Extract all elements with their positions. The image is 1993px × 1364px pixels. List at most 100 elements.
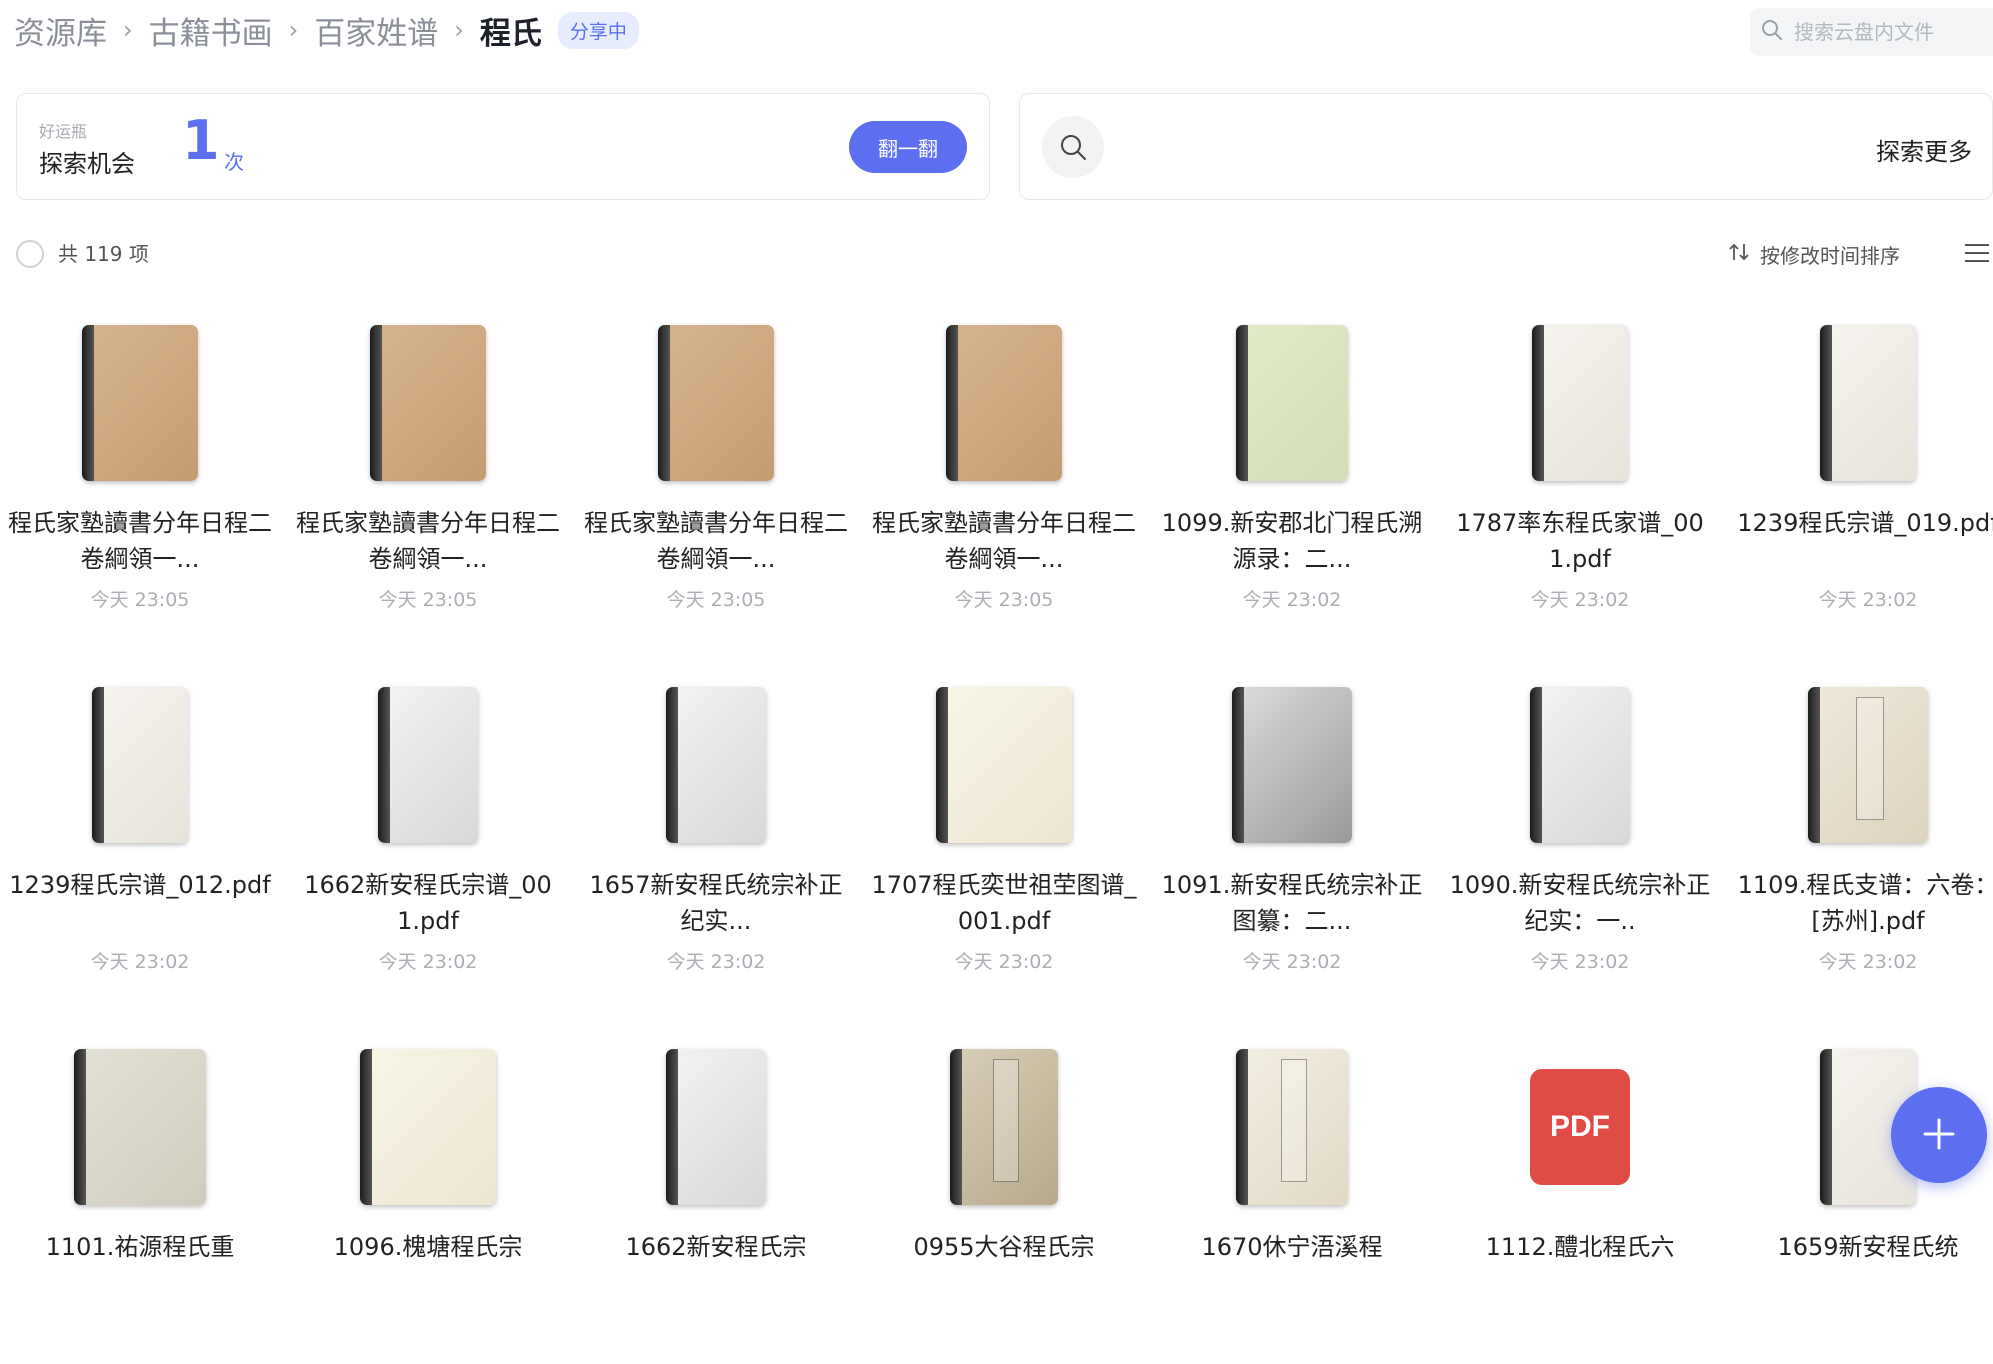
file-thumbnail[interactable] [1435, 320, 1725, 485]
file-item[interactable]: 程氏家塾讀書分年日程二卷綱領一... 今天 23:05 [859, 300, 1149, 640]
list-view-icon[interactable] [1964, 243, 1990, 267]
plus-icon [1922, 1117, 1956, 1154]
breadcrumb-item-surnames[interactable]: 百家姓谱 [314, 8, 438, 53]
file-thumbnail[interactable] [1723, 320, 1993, 485]
share-status-badge[interactable]: 分享中 [557, 11, 639, 49]
file-thumbnail[interactable] [0, 682, 285, 847]
file-name[interactable]: 1112.醴北程氏六 [1445, 1229, 1715, 1265]
book-cover-thumbnail [936, 686, 1072, 843]
file-item[interactable]: 程氏家塾讀書分年日程二卷綱領一... 今天 23:05 [571, 300, 861, 640]
file-name[interactable]: 1657新安程氏统宗补正纪实... [581, 867, 851, 939]
file-item[interactable]: 1707程氏奕世祖茔图谱_001.pdf 今天 23:02 [859, 662, 1149, 1002]
select-all-checkbox[interactable] [16, 240, 44, 268]
file-name[interactable]: 1109.程氏支谱：六卷：[苏州].pdf [1733, 867, 1993, 939]
file-thumbnail[interactable] [1147, 682, 1437, 847]
file-thumbnail[interactable] [283, 1044, 573, 1209]
cover-title-label [993, 1058, 1019, 1183]
file-item[interactable]: 1090.新安程氏统宗补正纪实：一.. 今天 23:02 [1435, 662, 1725, 1002]
explore-more-link[interactable]: 探索更多 [1876, 132, 1972, 167]
file-name[interactable]: 1659新安程氏统 [1733, 1229, 1993, 1265]
book-spine [1820, 1048, 1832, 1205]
breadcrumb-item-ancient-books[interactable]: 古籍书画 [149, 8, 273, 53]
file-name[interactable]: 程氏家塾讀書分年日程二卷綱領一... [869, 505, 1139, 577]
book-spine [360, 1048, 372, 1205]
file-thumbnail[interactable] [0, 320, 285, 485]
file-name[interactable]: 1099.新安郡北门程氏溯源录：二... [1157, 505, 1427, 577]
file-item[interactable]: 1670休宁浯溪程 [1147, 1024, 1437, 1364]
breadcrumb: 资源库 › 古籍书画 › 百家姓谱 › 程氏 分享中 [14, 6, 639, 54]
file-thumbnail[interactable] [859, 682, 1149, 847]
book-cover-thumbnail [1236, 324, 1348, 481]
file-item[interactable]: 1787率东程氏家谱_001.pdf 今天 23:02 [1435, 300, 1725, 640]
file-name[interactable]: 1096.槐塘程氏宗 [293, 1229, 563, 1265]
file-item[interactable]: 1239程氏宗谱_012.pdf 今天 23:02 [0, 662, 285, 1002]
file-name[interactable]: 1090.新安程氏统宗补正纪实：一.. [1445, 867, 1715, 939]
pdf-file-icon: PDF [1530, 1068, 1630, 1185]
sort-button[interactable]: 按修改时间排序 [1728, 238, 1900, 270]
file-item[interactable]: 1096.槐塘程氏宗 [283, 1024, 573, 1364]
file-modified-time: 今天 23:05 [378, 589, 478, 611]
search-input[interactable] [1792, 19, 1986, 45]
file-item[interactable]: 1662新安程氏宗 [571, 1024, 861, 1364]
file-name[interactable]: 程氏家塾讀書分年日程二卷綱領一... [5, 505, 275, 577]
file-item[interactable]: 1662新安程氏宗谱_001.pdf 今天 23:02 [283, 662, 573, 1002]
file-item[interactable]: 1239程氏宗谱_019.pdf 今天 23:02 [1723, 300, 1993, 640]
file-name[interactable]: 1787率东程氏家谱_001.pdf [1445, 505, 1715, 577]
book-spine [1232, 686, 1244, 843]
book-cover-thumbnail [92, 686, 188, 843]
file-thumbnail[interactable] [571, 1044, 861, 1209]
book-spine [1530, 686, 1542, 843]
file-thumbnail[interactable]: PDF [1435, 1044, 1725, 1209]
file-thumbnail[interactable] [859, 320, 1149, 485]
search-icon[interactable] [1042, 116, 1104, 178]
file-thumbnail[interactable] [1147, 320, 1437, 485]
file-name[interactable]: 1091.新安程氏统宗补正图纂：二... [1157, 867, 1427, 939]
file-name[interactable]: 1707程氏奕世祖茔图谱_001.pdf [869, 867, 1139, 939]
lucky-bottle-card: 好运瓶 探索机会 1 次 翻一翻 [16, 93, 990, 200]
file-thumbnail[interactable] [859, 1044, 1149, 1209]
file-item[interactable]: 1091.新安程氏统宗补正图纂：二... 今天 23:02 [1147, 662, 1437, 1002]
file-item[interactable]: 1657新安程氏统宗补正纪实... 今天 23:02 [571, 662, 861, 1002]
file-thumbnail[interactable] [283, 320, 573, 485]
file-item[interactable]: 1099.新安郡北门程氏溯源录：二... 今天 23:02 [1147, 300, 1437, 640]
breadcrumb-item-resources[interactable]: 资源库 [14, 8, 107, 53]
file-name[interactable]: 1662新安程氏宗 [581, 1229, 851, 1265]
file-item[interactable]: 1109.程氏支谱：六卷：[苏州].pdf 今天 23:02 [1723, 662, 1993, 1002]
book-spine [92, 686, 104, 843]
file-modified-time: 今天 23:02 [1818, 589, 1918, 611]
file-name[interactable]: 1239程氏宗谱_012.pdf [5, 867, 275, 903]
file-item[interactable]: 程氏家塾讀書分年日程二卷綱領一... 今天 23:05 [0, 300, 285, 640]
file-name[interactable]: 1662新安程氏宗谱_001.pdf [293, 867, 563, 939]
file-thumbnail[interactable] [283, 682, 573, 847]
book-cover-thumbnail [1530, 686, 1630, 843]
file-thumbnail[interactable] [1723, 682, 1993, 847]
file-thumbnail[interactable] [1435, 682, 1725, 847]
book-cover-thumbnail [82, 324, 198, 481]
breadcrumb-separator: › [454, 16, 464, 44]
search-box[interactable] [1750, 8, 1993, 56]
file-item[interactable]: 0955大谷程氏宗 [859, 1024, 1149, 1364]
file-item[interactable]: 1659新安程氏统 [1723, 1024, 1993, 1364]
book-cover-thumbnail [1532, 324, 1628, 481]
file-name[interactable]: 0955大谷程氏宗 [869, 1229, 1139, 1265]
add-button[interactable] [1891, 1087, 1987, 1183]
explore-chance-label: 探索机会 [39, 150, 135, 178]
file-item[interactable]: 程氏家塾讀書分年日程二卷綱領一... 今天 23:05 [283, 300, 573, 640]
file-name[interactable]: 程氏家塾讀書分年日程二卷綱領一... [293, 505, 563, 577]
file-thumbnail[interactable] [0, 1044, 285, 1209]
file-name[interactable]: 程氏家塾讀書分年日程二卷綱領一... [581, 505, 851, 577]
file-name[interactable]: 1670休宁浯溪程 [1157, 1229, 1427, 1265]
file-thumbnail[interactable] [1147, 1044, 1437, 1209]
explore-card[interactable]: 探索更多 [1019, 93, 1993, 200]
file-name[interactable]: 1239程氏宗谱_019.pdf [1733, 505, 1993, 541]
file-modified-time: 今天 23:02 [1530, 951, 1630, 973]
file-modified-time: 今天 23:02 [90, 951, 190, 973]
file-thumbnail[interactable] [571, 320, 861, 485]
file-name[interactable]: 1101.祐源程氏重 [5, 1229, 275, 1265]
file-thumbnail[interactable] [571, 682, 861, 847]
file-item[interactable]: PDF 1112.醴北程氏六 [1435, 1024, 1725, 1364]
item-count: 共 119 项 [58, 242, 149, 266]
flip-button[interactable]: 翻一翻 [849, 121, 967, 173]
file-item[interactable]: 1101.祐源程氏重 [0, 1024, 285, 1364]
cover-title-label [1856, 696, 1885, 821]
